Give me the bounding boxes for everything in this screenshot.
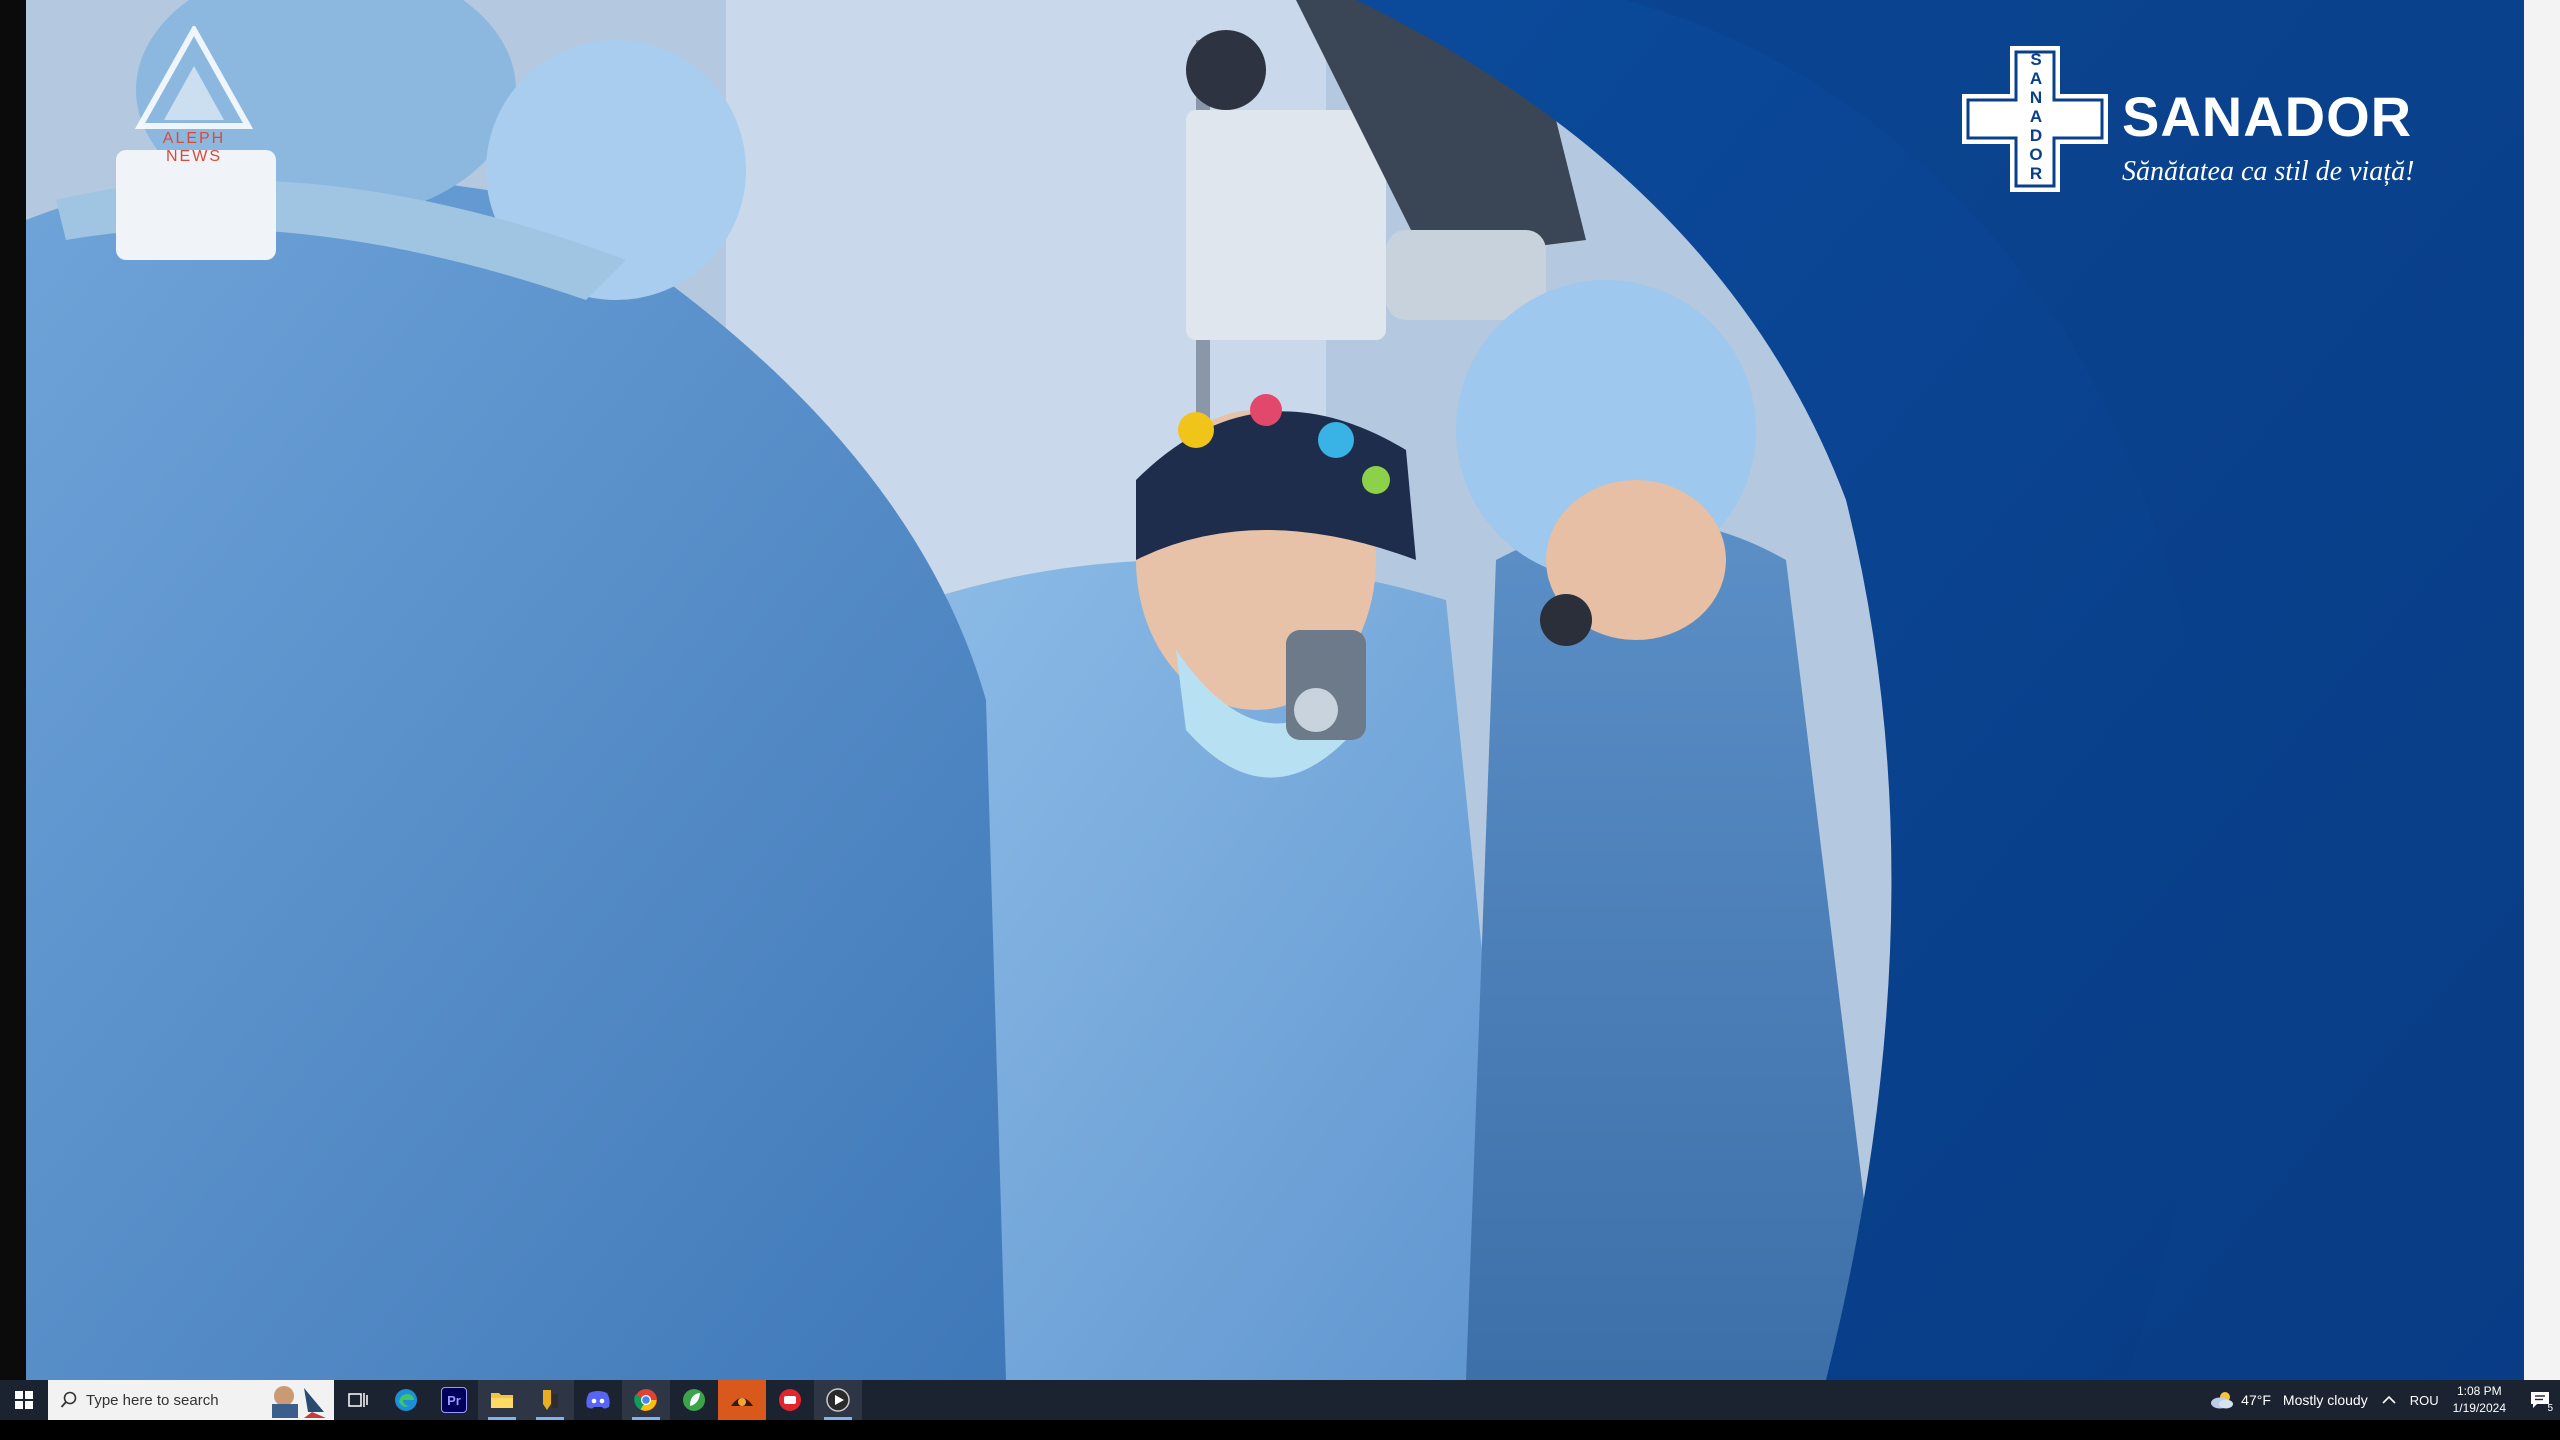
premiere-button[interactable]: Pr xyxy=(430,1380,478,1420)
leaf-app-button[interactable] xyxy=(670,1380,718,1420)
file-explorer-button[interactable] xyxy=(478,1380,526,1420)
video-frame[interactable]: ALEPH NEWS S A N A D O R SANADOR Sănătat… xyxy=(26,0,2524,1380)
show-hidden-icons-button[interactable] xyxy=(2382,1395,2396,1405)
edge-icon xyxy=(395,1389,417,1411)
cross-letter: N xyxy=(2029,88,2043,107)
start-button[interactable] xyxy=(0,1380,48,1420)
cross-letter: D xyxy=(2029,126,2043,145)
task-view-button[interactable] xyxy=(334,1380,382,1420)
clock[interactable]: 1:08 PM 1/19/2024 xyxy=(2453,1383,2506,1417)
pen-app-button[interactable] xyxy=(526,1380,574,1420)
premiere-icon: Pr xyxy=(441,1387,467,1413)
language-indicator[interactable]: ROU xyxy=(2410,1393,2439,1408)
leaf-icon xyxy=(683,1389,705,1411)
video-app-icon xyxy=(731,1398,753,1406)
premiere-label: Pr xyxy=(447,1392,461,1408)
search-icon xyxy=(60,1391,77,1408)
chat-icon xyxy=(779,1389,801,1411)
surgery-scene xyxy=(26,0,2524,1380)
aleph-news-watermark: ALEPH NEWS xyxy=(134,26,254,165)
pen-icon xyxy=(543,1390,558,1410)
right-letterbox xyxy=(2524,0,2560,1380)
brand-tagline: Sănătatea ca stil de viață! xyxy=(2122,156,2415,187)
search-highlight-icon xyxy=(272,1386,326,1418)
weather-widget[interactable]: 47°F Mostly cloudy xyxy=(2209,1390,2368,1410)
clock-date: 1/19/2024 xyxy=(2452,1401,2506,1415)
cross-letter: O xyxy=(2029,145,2043,164)
notification-count: 5 xyxy=(2547,1403,2553,1414)
task-view-icon xyxy=(348,1393,368,1407)
notifications-button[interactable]: 5 xyxy=(2520,1380,2560,1420)
system-tray: 47°F Mostly cloudy ROU 1:08 PM 1/19/2024 xyxy=(2209,1380,2560,1420)
discord-button[interactable] xyxy=(574,1380,622,1420)
aleph-logo-icon xyxy=(134,26,254,129)
folder-icon xyxy=(491,1393,513,1408)
watermark-text: ALEPH NEWS xyxy=(162,130,226,165)
desktop-screen: ALEPH NEWS S A N A D O R SANADOR Sănătat… xyxy=(0,0,2560,1440)
cross-letter: A xyxy=(2029,107,2043,126)
play-icon xyxy=(826,1388,850,1412)
cloud-sun-icon xyxy=(2211,1392,2234,1409)
edge-button[interactable] xyxy=(382,1380,430,1420)
weather-desc: Mostly cloudy xyxy=(2282,1392,2368,1408)
sanador-logo: S A N A D O R SANADOR Sănătatea ca stil … xyxy=(1960,44,2430,194)
cross-letters: S A N A D O R xyxy=(2022,50,2050,183)
discord-icon xyxy=(586,1391,610,1409)
bottom-letterbox xyxy=(0,1420,2560,1440)
weather-temp: 47°F xyxy=(2241,1392,2271,1408)
brand-name: SANADOR xyxy=(2122,85,2413,148)
chrome-button[interactable] xyxy=(622,1380,670,1420)
media-player-button[interactable] xyxy=(814,1380,862,1420)
taskbar-search[interactable]: Type here to search xyxy=(48,1380,334,1420)
cross-letter: A xyxy=(2029,69,2043,88)
left-letterbox xyxy=(0,0,26,1380)
chevron-up-icon xyxy=(2382,1395,2396,1404)
video-app-button[interactable] xyxy=(718,1380,766,1420)
chrome-icon xyxy=(634,1389,657,1411)
windows-icon xyxy=(15,1391,33,1409)
taskbar: Type here to search Pr 47°F Mostly cloud… xyxy=(0,1380,2560,1420)
chat-app-button[interactable] xyxy=(766,1380,814,1420)
search-placeholder: Type here to search xyxy=(86,1391,219,1409)
cross-letter: R xyxy=(2029,164,2043,183)
clock-time: 1:08 PM xyxy=(2456,1384,2502,1398)
cross-letter: S xyxy=(2030,50,2042,69)
